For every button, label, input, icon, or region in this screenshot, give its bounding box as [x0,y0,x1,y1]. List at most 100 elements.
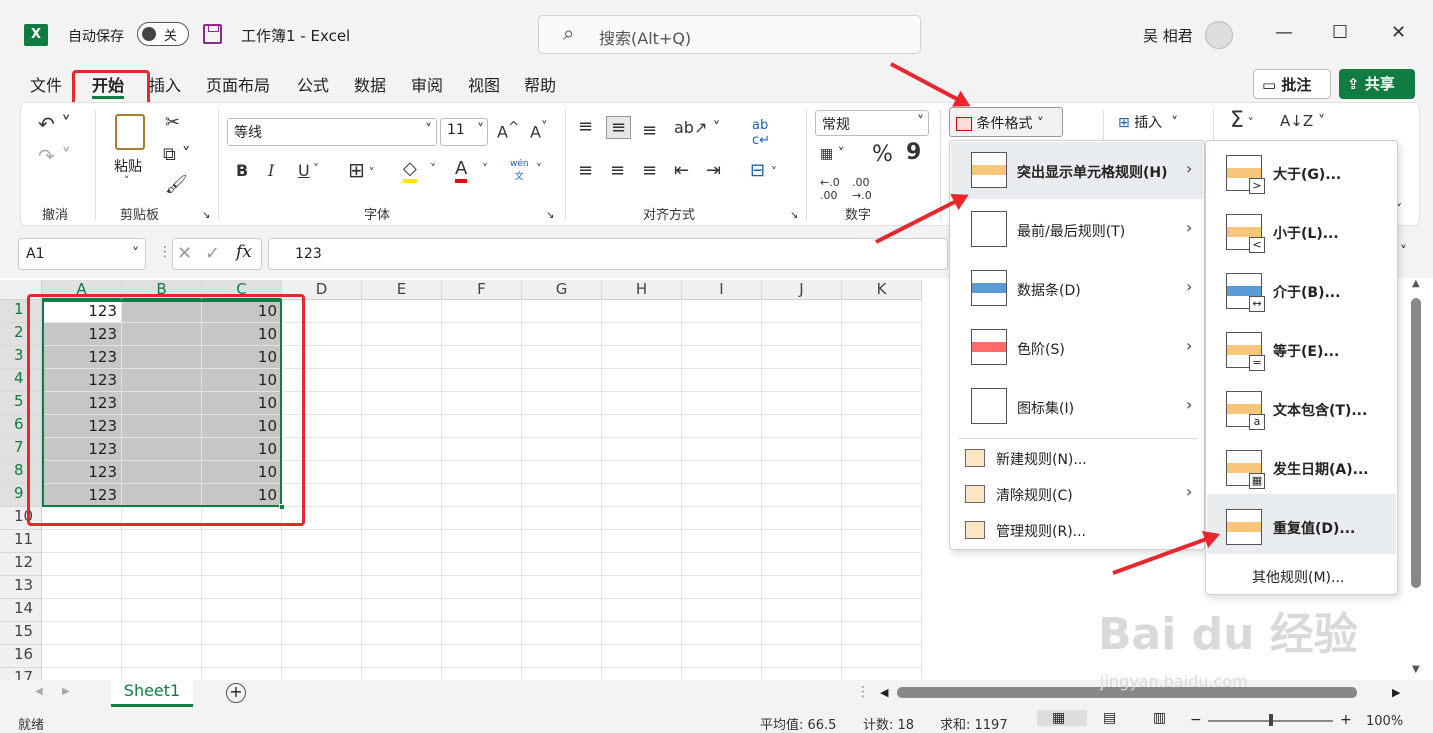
cell[interactable] [362,346,442,369]
cell[interactable] [122,576,202,599]
expand-formula-icon[interactable]: ˅ [1400,244,1407,260]
more-rules-item[interactable]: 其他规则(M)... [1252,567,1344,587]
scroll-left-icon[interactable]: ◀ [880,686,888,699]
cell[interactable] [442,415,522,438]
wrap-text-icon[interactable]: ab c↵ [752,118,770,148]
cell[interactable] [682,300,762,323]
font-color-icon[interactable]: A [455,158,468,183]
function-icon[interactable]: fx [236,242,252,262]
font-size-select[interactable]: 11 ˅ [440,118,488,146]
cell[interactable] [842,599,922,622]
cell[interactable] [682,415,762,438]
scroll-right-icon[interactable]: ▶ [1392,686,1400,699]
tab-help[interactable]: 帮助 [524,72,556,96]
cell[interactable] [442,369,522,392]
row-header[interactable]: 11 [0,530,42,553]
cell[interactable] [42,553,122,576]
cell[interactable] [842,438,922,461]
cell[interactable] [762,645,842,668]
cell[interactable] [602,323,682,346]
cell[interactable] [282,530,362,553]
cell[interactable] [522,599,602,622]
align-top-icon[interactable]: ≡ [578,116,593,137]
cell[interactable] [762,484,842,507]
submenu-item[interactable]: 大于(G)... [1273,164,1341,184]
cf-small-item[interactable]: 清除规则(C) [996,485,1073,505]
cf-small-item[interactable]: 新建规则(N)... [996,449,1087,469]
row-header[interactable]: 15 [0,622,42,645]
sheet-tab-sheet1[interactable]: Sheet1 [111,679,193,707]
cell[interactable] [682,323,762,346]
column-header[interactable]: F [442,280,522,300]
tab-data[interactable]: 数据 [354,72,386,96]
cell[interactable] [282,553,362,576]
cell[interactable] [442,392,522,415]
cell[interactable] [842,415,922,438]
cell[interactable] [682,507,762,530]
tab-view[interactable]: 视图 [468,72,500,96]
cell[interactable] [522,507,602,530]
align-left-icon[interactable]: ≡ [578,160,593,181]
cell[interactable] [602,438,682,461]
cell[interactable] [362,461,442,484]
cell[interactable] [842,346,922,369]
cell[interactable] [202,599,282,622]
cell[interactable] [522,622,602,645]
align-middle-icon[interactable]: ≡ [606,116,632,139]
fill-color-icon[interactable]: ◇ [403,158,417,183]
cell[interactable] [602,461,682,484]
align-right-icon[interactable]: ≡ [642,160,657,181]
cell[interactable] [522,415,602,438]
number-format-select[interactable]: 常规 ˅ [815,110,929,136]
cell[interactable] [442,622,522,645]
tab-formulas[interactable]: 公式 [297,72,329,96]
copy-icon[interactable]: ⧉ ˅ [163,144,191,165]
add-sheet-icon[interactable]: + [226,683,246,703]
align-bottom-icon[interactable]: ≡ [642,120,657,141]
cell[interactable] [442,300,522,323]
cell[interactable] [682,599,762,622]
cf-menu-item[interactable]: 数据条(D) [1017,280,1081,300]
cell[interactable] [762,415,842,438]
submenu-item[interactable]: 小于(L)... [1273,223,1339,243]
increase-indent-icon[interactable]: ⇥ [706,160,721,181]
cell[interactable] [602,622,682,645]
submenu-item[interactable]: 介于(B)... [1273,282,1340,302]
cell[interactable] [682,622,762,645]
borders-icon[interactable]: ⊞ ˅ [348,158,375,182]
cell[interactable] [842,576,922,599]
font-launcher-icon[interactable]: ↘ [546,210,554,221]
cell[interactable] [842,323,922,346]
minimize-icon[interactable]: — [1275,22,1293,43]
column-header[interactable]: I [682,280,762,300]
cell[interactable] [762,599,842,622]
cell[interactable] [42,530,122,553]
cell[interactable] [522,392,602,415]
normal-view-icon[interactable]: ▦ [1052,710,1065,726]
cell[interactable] [682,530,762,553]
cell[interactable] [842,530,922,553]
font-name-select[interactable]: 等线 ˅ [227,118,437,146]
avatar-icon[interactable] [1205,21,1233,49]
cell[interactable] [602,530,682,553]
cell[interactable] [762,346,842,369]
cell[interactable] [522,461,602,484]
cell[interactable] [362,576,442,599]
decrease-decimal-icon[interactable]: .00 →.0 [852,176,872,202]
cell[interactable] [442,530,522,553]
column-header[interactable]: K [842,280,922,300]
cell[interactable] [282,622,362,645]
cell[interactable] [682,645,762,668]
increase-decimal-icon[interactable]: ←.0.00 [820,176,840,202]
cell[interactable] [362,622,442,645]
paste-button[interactable]: 粘贴 [114,156,142,176]
cell[interactable] [362,599,442,622]
tab-review[interactable]: 审阅 [411,72,443,96]
cell[interactable] [842,461,922,484]
decrease-indent-icon[interactable]: ⇤ [674,160,689,181]
grow-font-icon[interactable]: A^ [497,120,519,141]
cell[interactable] [682,576,762,599]
enter-icon[interactable]: ✓ [205,243,220,264]
cell[interactable] [42,599,122,622]
search-box[interactable]: ⌕ 搜索(Alt+Q) [538,15,921,54]
